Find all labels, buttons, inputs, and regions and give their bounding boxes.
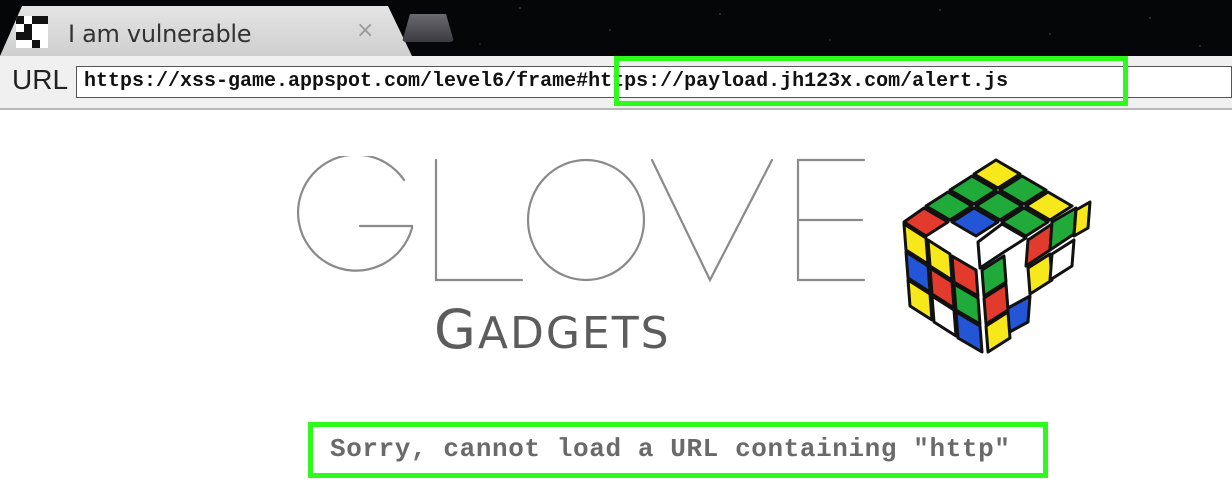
gadgets-initial: G <box>434 298 478 361</box>
error-message: Sorry, cannot load a URL containing "htt… <box>330 434 1011 464</box>
tab-close-icon[interactable]: × <box>356 20 374 42</box>
glove-logo-wordmark <box>297 156 866 283</box>
tab-title: I am vulnerable <box>68 20 252 48</box>
rubiks-cube-icon <box>902 158 1092 354</box>
browser-tab[interactable]: I am vulnerable × <box>0 6 412 56</box>
url-bar: URL https://xss-game.appspot.com/level6/… <box>0 56 1232 110</box>
url-label: URL <box>12 64 69 95</box>
gadgets-logo-text: GADGETS <box>434 298 671 361</box>
new-tab-button[interactable] <box>402 14 454 42</box>
url-input[interactable]: https://xss-game.appspot.com/level6/fram… <box>76 66 1232 98</box>
favicon-icon <box>16 16 48 48</box>
tab-strip: I am vulnerable × <box>0 0 1232 56</box>
gadgets-rest: ADGETS <box>477 308 671 359</box>
